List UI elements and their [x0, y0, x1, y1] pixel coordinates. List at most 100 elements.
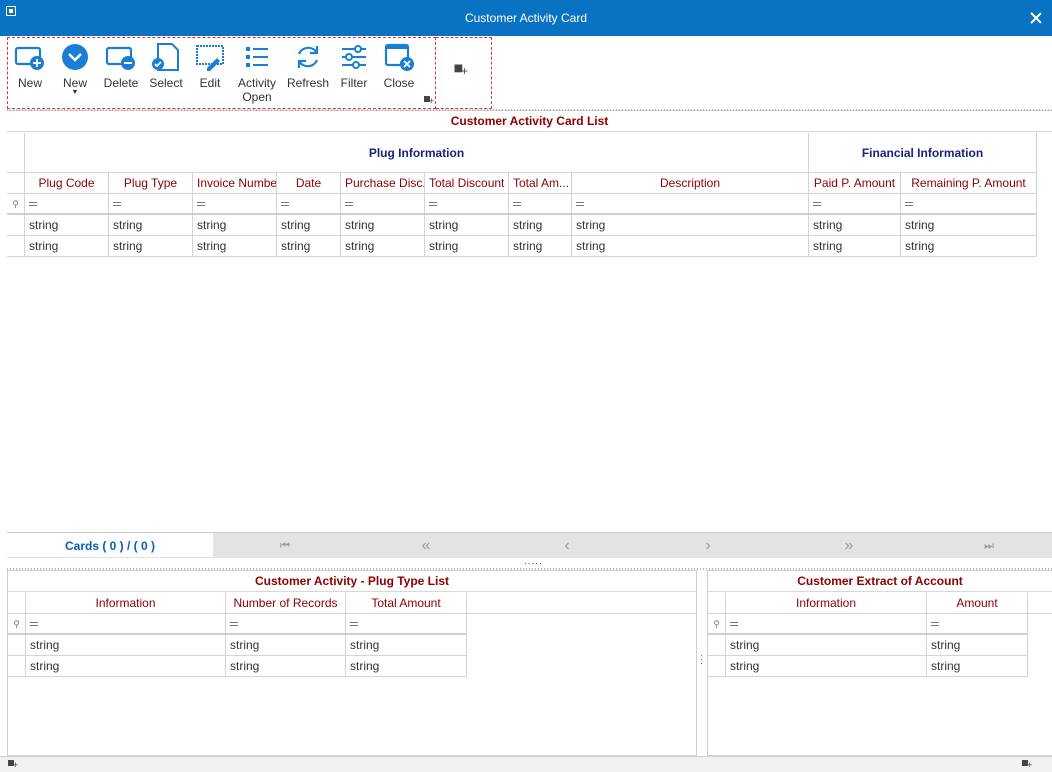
column-header-description[interactable]: Description — [572, 173, 809, 194]
filter-pin-icon[interactable]: ⚲ — [8, 614, 26, 635]
activity-open-button[interactable]: Activity Open — [234, 42, 280, 106]
table-cell[interactable]: string — [901, 236, 1037, 257]
table-cell[interactable]: string — [109, 236, 193, 257]
table-cell[interactable]: string — [509, 215, 572, 236]
filter-cell-paid-amount[interactable] — [809, 194, 901, 215]
filter-cell-total-discount[interactable] — [425, 194, 509, 215]
column-header-total-amount[interactable]: Total Amount — [346, 593, 467, 614]
layout-customize-icon[interactable] — [8, 760, 18, 770]
filter-cell-plug-type[interactable] — [109, 194, 193, 215]
toolbar-customize-icon[interactable] — [424, 96, 434, 106]
add-toolbar-group-icon[interactable] — [454, 64, 468, 78]
select-button[interactable]: Select — [148, 42, 184, 106]
table-cell[interactable]: string — [809, 236, 901, 257]
filter-cell-total-amount[interactable] — [509, 194, 572, 215]
filter-cell-information[interactable] — [26, 614, 226, 635]
column-header-purchase-discount[interactable]: Purchase Disc... — [341, 173, 425, 194]
list-icon — [246, 47, 268, 67]
table-cell[interactable]: string — [26, 635, 226, 656]
table-cell[interactable]: string — [927, 656, 1028, 677]
filter-cell-invoice-number[interactable] — [193, 194, 277, 215]
refresh-icon — [297, 46, 319, 68]
table-cell[interactable]: string — [425, 215, 509, 236]
filter-cell-date[interactable] — [277, 194, 341, 215]
table-cell[interactable]: string — [341, 236, 425, 257]
new-dropdown-button[interactable]: New ▼ — [56, 42, 94, 106]
horizontal-splitter[interactable]: ..... — [7, 557, 1052, 570]
column-header-total-amount[interactable]: Total Am... — [509, 173, 572, 194]
filter-button[interactable]: Filter — [336, 42, 372, 106]
filter-pin-icon[interactable]: ⚲ — [708, 614, 726, 635]
row-indicator[interactable] — [7, 236, 25, 257]
window-close-button[interactable] — [1028, 10, 1044, 26]
table-cell[interactable]: string — [572, 215, 809, 236]
delete-button[interactable]: Delete — [102, 42, 140, 106]
plug-type-grid-panel: Customer Activity - Plug Type List Infor… — [7, 570, 697, 756]
row-indicator[interactable] — [8, 656, 26, 677]
table-cell[interactable]: string — [425, 236, 509, 257]
table-cell[interactable]: string — [346, 635, 467, 656]
column-header-invoice-number[interactable]: Invoice Number — [193, 173, 277, 194]
band-plug-information: Plug Information — [25, 133, 809, 173]
column-header-information[interactable]: Information — [26, 593, 226, 614]
next-page-icon[interactable]: » — [829, 533, 869, 559]
column-header-remaining-amount[interactable]: Remaining P. Amount — [901, 173, 1037, 194]
equals-icon — [113, 202, 121, 206]
column-header-date[interactable]: Date — [277, 173, 341, 194]
table-cell[interactable]: string — [226, 635, 346, 656]
filter-cell-amount[interactable] — [927, 614, 1028, 635]
table-cell[interactable]: string — [226, 656, 346, 677]
splitter-grip-icon[interactable]: · · · — [700, 651, 703, 669]
table-cell[interactable]: string — [346, 656, 467, 677]
table-cell[interactable]: string — [193, 215, 277, 236]
filter-cell-total-amount[interactable] — [346, 614, 467, 635]
table-cell[interactable]: string — [901, 215, 1037, 236]
last-record-icon[interactable]: ⏭ — [969, 533, 1009, 559]
column-header-plug-type[interactable]: Plug Type — [109, 173, 193, 194]
next-record-icon[interactable]: › — [688, 533, 728, 559]
table-cell[interactable]: string — [109, 215, 193, 236]
close-button[interactable]: Close — [380, 42, 418, 106]
table-cell[interactable]: string — [572, 236, 809, 257]
column-header-total-discount[interactable]: Total Discount — [425, 173, 509, 194]
refresh-button[interactable]: Refresh — [286, 42, 330, 106]
filter-pin-icon[interactable]: ⚲ — [7, 194, 25, 215]
column-header-information[interactable]: Information — [726, 593, 927, 614]
table-cell[interactable]: string — [726, 656, 927, 677]
column-header-number-of-records[interactable]: Number of Records — [226, 593, 346, 614]
row-indicator[interactable] — [708, 656, 726, 677]
table-cell[interactable]: string — [277, 215, 341, 236]
row-indicator[interactable] — [7, 215, 25, 236]
band-indicator-cell — [7, 133, 25, 173]
filter-cell-plug-code[interactable] — [25, 194, 109, 215]
filter-cell-remaining-amount[interactable] — [901, 194, 1037, 215]
table-cell[interactable]: string — [277, 236, 341, 257]
filter-cell-description[interactable] — [572, 194, 809, 215]
column-header-plug-code[interactable]: Plug Code — [25, 173, 109, 194]
previous-record-icon[interactable]: ‹ — [547, 533, 587, 559]
row-indicator[interactable] — [8, 635, 26, 656]
add-panel-icon[interactable] — [1022, 760, 1032, 770]
table-cell[interactable]: string — [193, 236, 277, 257]
equals-icon — [350, 622, 358, 626]
filter-cell-information[interactable] — [726, 614, 927, 635]
splitter-grip-icon[interactable]: ..... — [524, 557, 543, 567]
vertical-splitter[interactable]: · · · — [697, 570, 707, 756]
filter-cell-purchase-discount[interactable] — [341, 194, 425, 215]
filter-cell-number-of-records[interactable] — [226, 614, 346, 635]
table-cell[interactable]: string — [25, 215, 109, 236]
column-header-paid-amount[interactable]: Paid P. Amount — [809, 173, 901, 194]
table-cell[interactable]: string — [341, 215, 425, 236]
column-header-amount[interactable]: Amount — [927, 593, 1028, 614]
table-cell[interactable]: string — [26, 656, 226, 677]
first-record-icon[interactable]: ⏮ — [265, 533, 305, 559]
table-cell[interactable]: string — [25, 236, 109, 257]
table-cell[interactable]: string — [927, 635, 1028, 656]
table-cell[interactable]: string — [509, 236, 572, 257]
previous-page-icon[interactable]: « — [406, 533, 446, 559]
table-cell[interactable]: string — [809, 215, 901, 236]
table-cell[interactable]: string — [726, 635, 927, 656]
new-button[interactable]: New — [12, 42, 48, 106]
row-indicator[interactable] — [708, 635, 726, 656]
edit-button[interactable]: Edit — [192, 42, 228, 106]
